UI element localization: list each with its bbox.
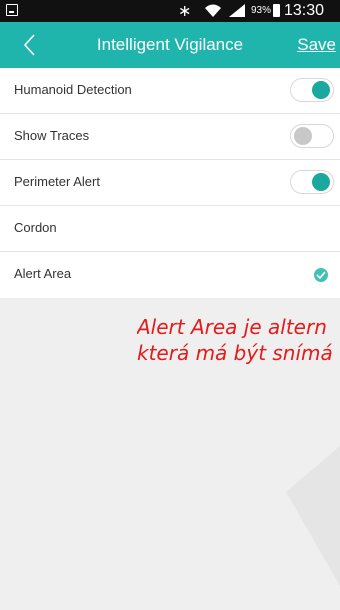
setting-row-cordon[interactable]: Cordon [0,206,340,252]
toggle-knob [312,81,330,99]
clock: 13:30 [284,2,325,19]
setting-label: Alert Area [14,266,72,281]
signal-icon [228,3,246,23]
show-traces-toggle[interactable] [290,124,334,148]
page-title: Intelligent Vigilance [96,35,244,54]
setting-row-humanoid-detection: Humanoid Detection [0,68,340,114]
annotation-line-2: která má být snímá [137,341,333,365]
status-bar: ∗ 93% 13:30 [0,0,340,22]
wifi-icon [204,3,222,23]
humanoid-detection-toggle[interactable] [290,78,334,102]
gallery-icon [6,4,18,16]
perimeter-alert-toggle[interactable] [290,170,334,194]
bluetooth-icon: ∗ [178,3,192,20]
alert-area-preview[interactable]: Alert Area je altern která má být snímá [0,306,340,610]
battery-percent: 93% [251,5,272,16]
checkmark-icon[interactable] [314,268,328,282]
area-shape [286,446,340,586]
setting-row-perimeter-alert: Perimeter Alert [0,160,340,206]
setting-label: Perimeter Alert [14,174,100,189]
toggle-knob [312,173,330,191]
setting-row-alert-area[interactable]: Alert Area [0,252,340,298]
setting-label: Show Traces [14,128,90,143]
app-bar: Intelligent Vigilance Save [0,22,340,68]
battery-icon [273,4,280,17]
toggle-knob [294,127,312,145]
annotation-line-1: Alert Area je altern [137,315,327,339]
setting-label: Cordon [14,220,57,235]
setting-label: Humanoid Detection [14,82,132,97]
save-button[interactable]: Save [297,35,336,55]
settings-list: Humanoid Detection Show Traces Perimeter… [0,68,340,298]
annotation-text: Alert Area je altern která má být snímá [137,314,340,366]
setting-row-show-traces: Show Traces [0,114,340,160]
